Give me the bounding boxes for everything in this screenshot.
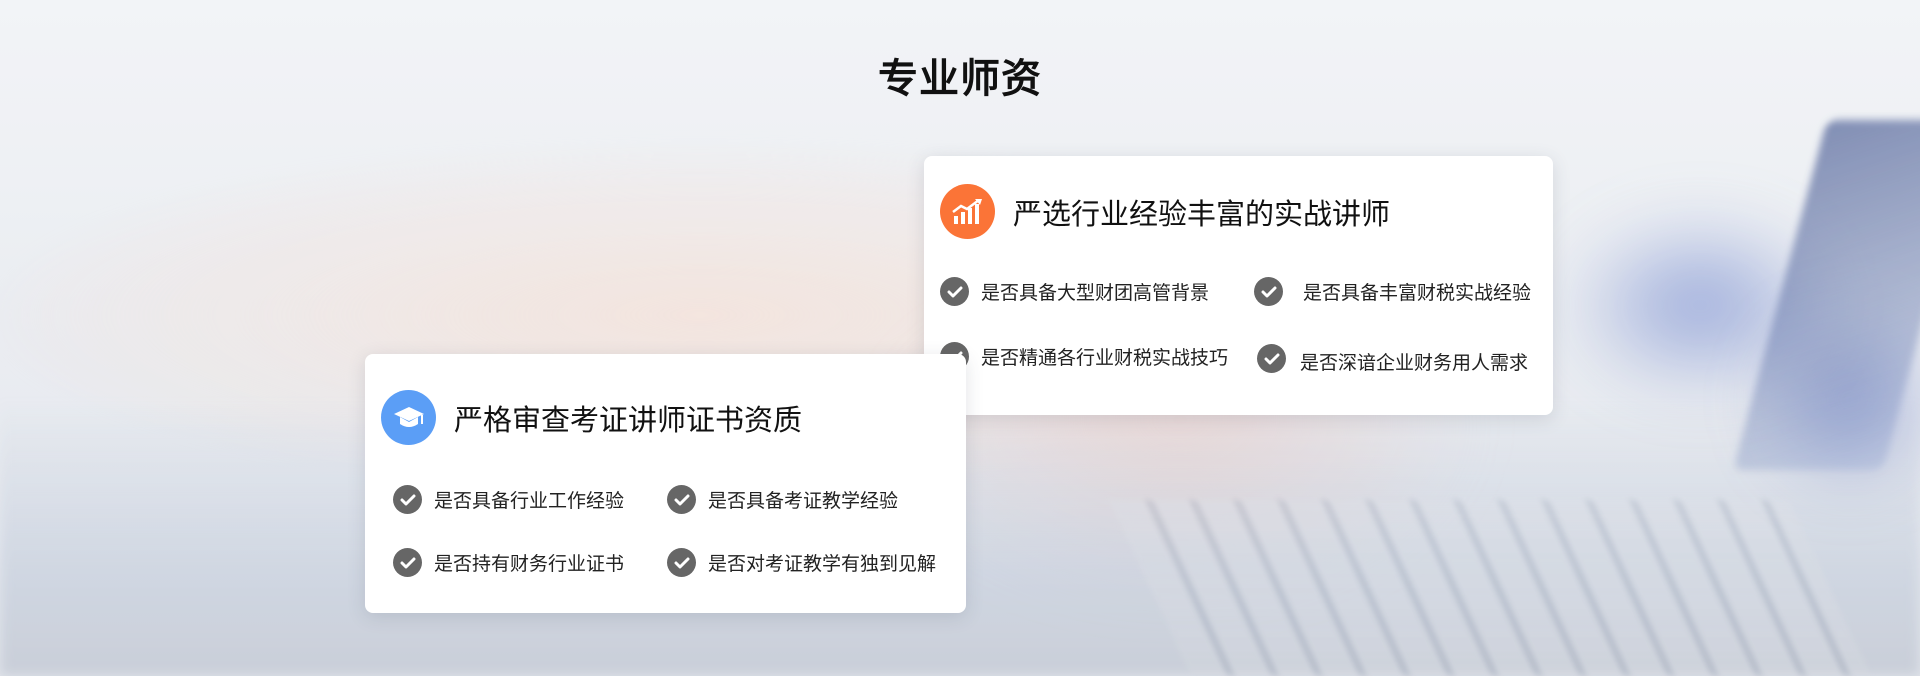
growth-chart-icon [940,184,995,239]
list-item: 是否具备大型财团高管背景 [940,277,1209,306]
item-label: 是否具备丰富财税实战经验 [1303,282,1532,304]
checkmark-icon [667,548,696,577]
item-label: 是否具备考证教学经验 [708,490,899,512]
checkmark-icon [940,277,969,306]
card-title: 严选行业经验丰富的实战讲师 [1013,196,1391,231]
list-item: 是否具备行业工作经验 [393,485,624,514]
list-item: 是否深谙企业财务用人需求 [1257,342,1528,375]
checkmark-icon [393,548,422,577]
graduation-cap-icon [381,390,436,445]
item-label: 是否深谙企业财务用人需求 [1300,352,1529,374]
page-title: 专业师资 [878,56,1042,102]
list-item: 是否具备考证教学经验 [667,485,898,514]
checkmark-icon [393,485,422,514]
card-header: 严选行业经验丰富的实战讲师 [940,184,1390,239]
checkmark-icon [1257,344,1286,373]
list-item: 是否持有财务行业证书 [393,548,624,577]
item-label: 是否具备行业工作经验 [434,490,625,512]
item-label: 是否精通各行业财税实战技巧 [981,347,1229,369]
list-item: 是否精通各行业财税实战技巧 [940,342,1228,371]
list-item: 是否具备丰富财税实战经验 [1254,277,1531,306]
card-header: 严格审查考证讲师证书资质 [381,390,802,445]
checkmark-icon [667,485,696,514]
item-label: 是否持有财务行业证书 [434,553,625,575]
item-label: 是否对考证教学有独到见解 [708,553,937,575]
card-title: 严格审查考证讲师证书资质 [454,402,803,437]
list-item: 是否对考证教学有独到见解 [667,548,936,577]
checkmark-icon [1254,277,1283,306]
item-label: 是否具备大型财团高管背景 [981,282,1210,304]
card-practical-instructors: 严选行业经验丰富的实战讲师 是否具备大型财团高管背景 是否具备丰富财税实战经验 … [924,156,1553,415]
card-certification-instructors: 严格审查考证讲师证书资质 是否具备行业工作经验 是否具备考证教学经验 是否持有财… [365,354,966,613]
